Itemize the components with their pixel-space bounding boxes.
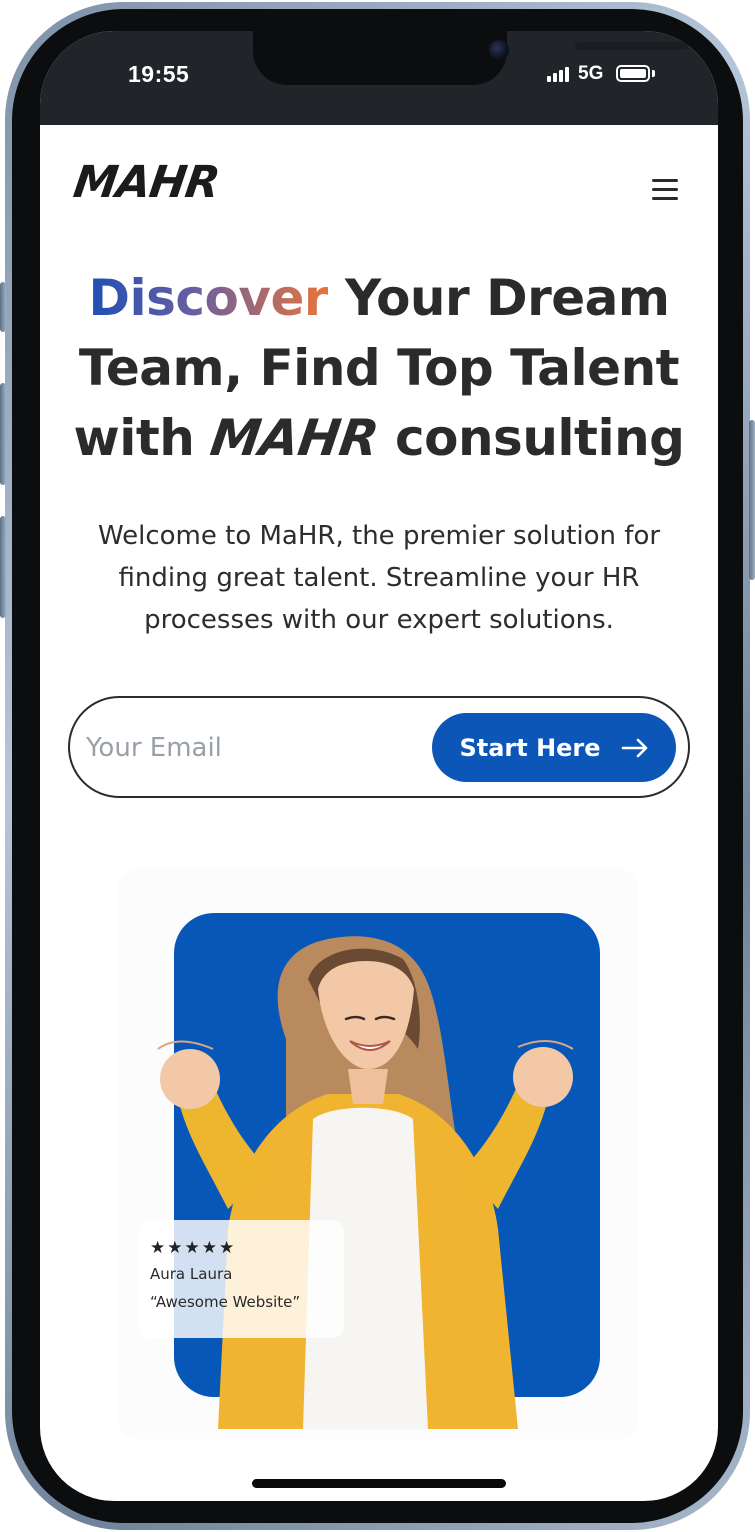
side-button-volume-up [0, 383, 6, 485]
email-signup-form: Start Here [68, 696, 690, 798]
hero-title: Discover Your Dream Team, Find Top Talen… [60, 263, 698, 473]
reviewer-name: Aura Laura [150, 1265, 233, 1283]
hero-title-end: consulting [378, 409, 685, 467]
status-bar: 19:55 5G [40, 31, 718, 125]
screen: 19:55 5G MAHR Discover Your Dream Team, … [40, 31, 718, 1501]
rating-stars: ★ ★ ★ ★ ★ [150, 1240, 332, 1257]
arrow-right-icon [621, 738, 647, 757]
battery-tip [652, 70, 655, 77]
notch [253, 31, 688, 85]
speaker-grille [575, 42, 688, 50]
review-card: ★ ★ ★ ★ ★ Aura Laura “Awesome Website” [138, 1220, 344, 1338]
star-icon: ★ [219, 1238, 235, 1258]
review-quote: “Awesome Website” [150, 1293, 301, 1311]
network-type: 5G [578, 63, 604, 84]
star-icon: ★ [167, 1238, 183, 1258]
hero-title-logo: MAHR [207, 409, 383, 467]
star-icon: ★ [150, 1238, 166, 1258]
camera-icon [489, 40, 509, 60]
hero-title-highlight: Discover [88, 269, 329, 327]
side-button-mute [0, 282, 6, 332]
side-button-volume-down [0, 516, 6, 618]
hero-subtitle: Welcome to MaHR, the premier solution fo… [97, 521, 661, 635]
status-time: 19:55 [128, 61, 190, 87]
signal-strength-icon [547, 67, 571, 82]
hero-image-section: ★ ★ ★ ★ ★ Aura Laura “Awesome Website” [118, 869, 638, 1439]
email-input[interactable] [84, 720, 424, 776]
side-button-power [749, 420, 755, 580]
hamburger-menu-icon[interactable] [652, 179, 678, 201]
smiling-woman-image [157, 936, 574, 1429]
star-icon: ★ [201, 1238, 217, 1258]
start-here-label: Start Here [459, 733, 601, 762]
star-icon: ★ [184, 1238, 200, 1258]
logo-text: MAHR [70, 157, 223, 208]
battery-icon [616, 65, 650, 82]
home-indicator[interactable] [252, 1479, 506, 1488]
site-logo[interactable]: MAHR [70, 157, 234, 215]
start-here-button[interactable]: Start Here [432, 713, 676, 782]
